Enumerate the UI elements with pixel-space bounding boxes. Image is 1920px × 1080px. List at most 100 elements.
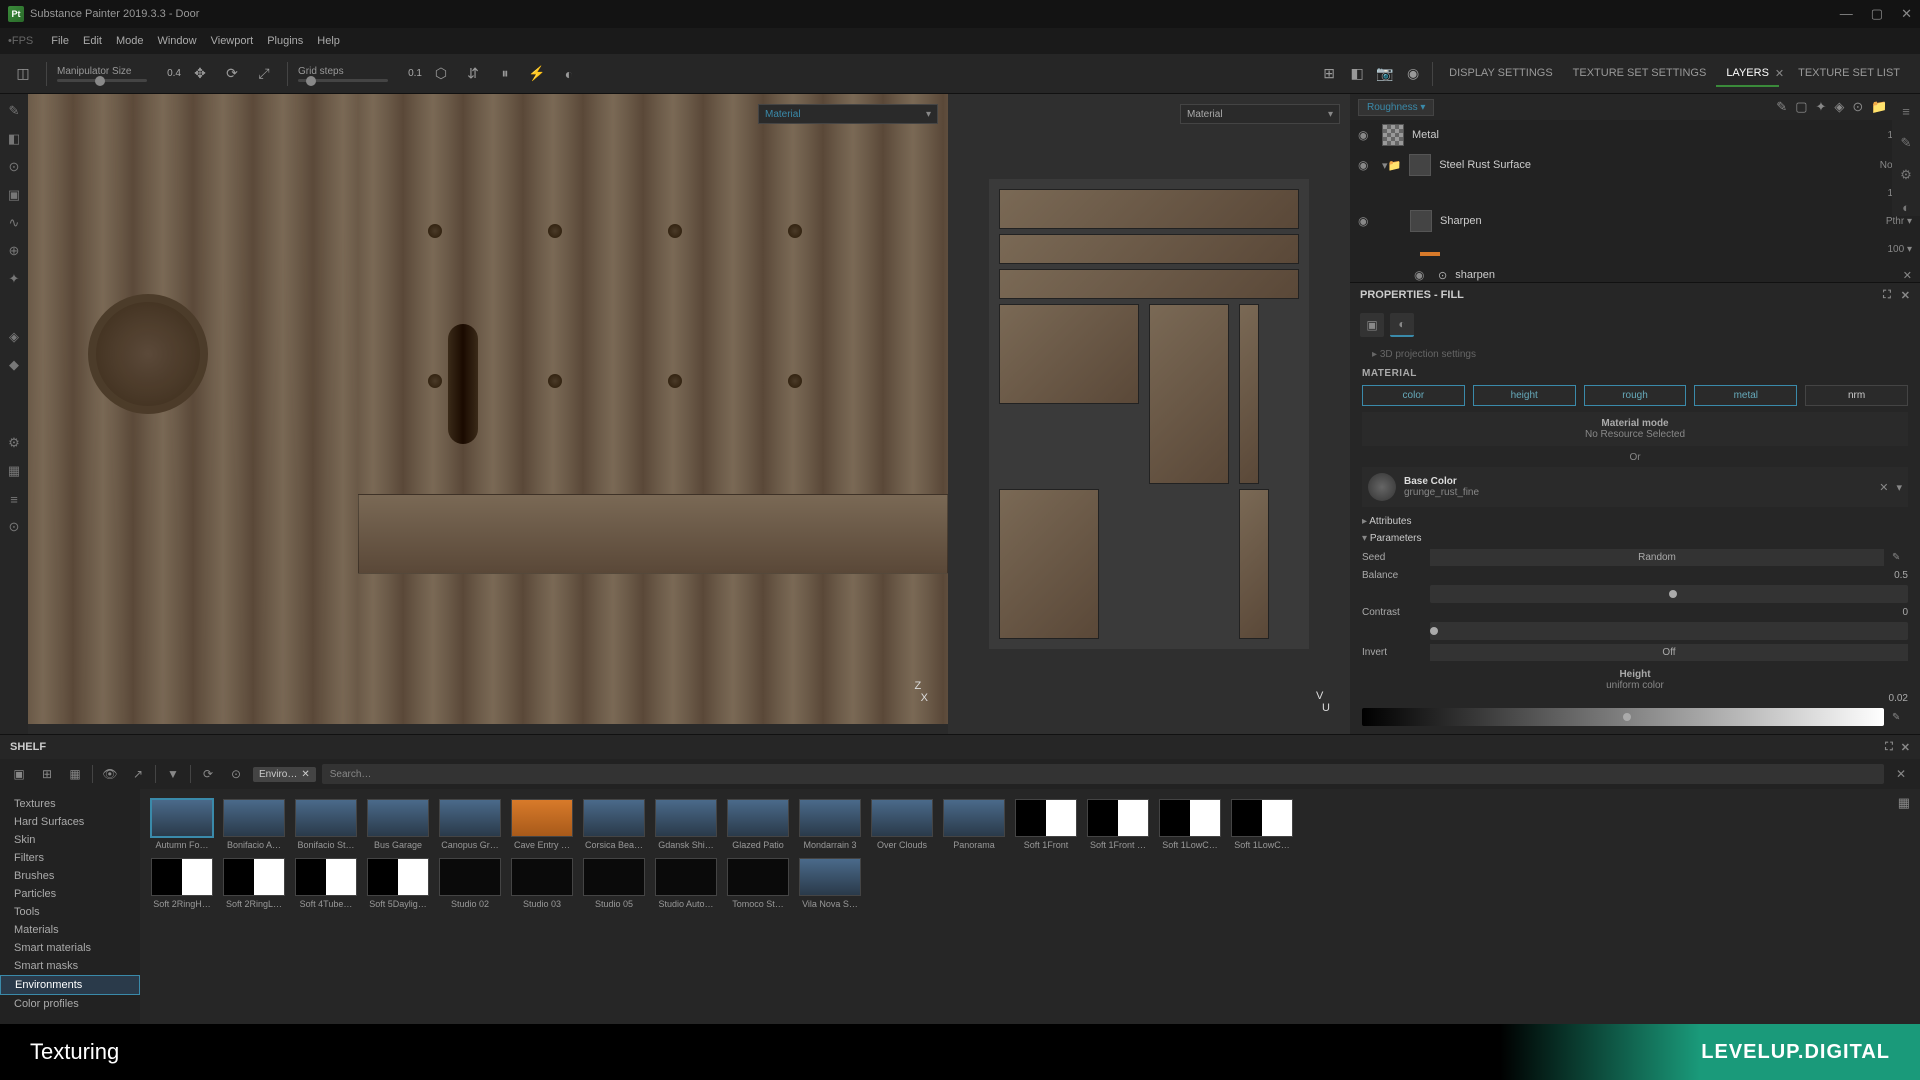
shelf-eye-icon[interactable]: 👁 [99, 763, 121, 785]
viewport[interactable]: Material Z X Material V U [28, 94, 1350, 734]
menu-edit[interactable]: Edit [83, 35, 102, 47]
clone-tool-icon[interactable]: ⊕ [5, 242, 23, 260]
shelf-item[interactable]: Mondarrain 3 [798, 799, 862, 850]
shelf-item[interactable]: Soft 2RingH… [150, 858, 214, 909]
shelf-item[interactable]: Studio 05 [582, 858, 646, 909]
resources-icon[interactable]: ▦ [5, 462, 23, 480]
perspective-icon[interactable]: ⬡ [428, 61, 454, 87]
grid-steps-slider[interactable] [298, 79, 388, 82]
shelf-item[interactable]: Tomoco St… [726, 858, 790, 909]
balance-slider[interactable] [1430, 585, 1908, 603]
shelf-cat-filters[interactable]: Filters [0, 849, 140, 867]
visibility-toggle[interactable]: ◉ [1414, 268, 1430, 282]
shelf-search-clear-icon[interactable]: ✕ [1890, 763, 1912, 785]
poly-fill-icon[interactable]: ◈ [5, 328, 23, 346]
layer-sharpen[interactable]: ◉ Sharpen Pthr [1350, 206, 1920, 236]
tab-layers-close[interactable]: ✕ [1775, 67, 1784, 87]
channel-height[interactable]: height [1473, 385, 1576, 406]
material-picker-icon[interactable]: ✦ [5, 270, 23, 288]
menu-viewport[interactable]: Viewport [211, 35, 254, 47]
tab-display-settings[interactable]: DISPLAY SETTINGS [1439, 61, 1563, 87]
shelf-item[interactable]: Over Clouds [870, 799, 934, 850]
shelf-item[interactable]: Studio 03 [510, 858, 574, 909]
resource-close-icon[interactable]: ✕ [1879, 481, 1888, 494]
height-slider[interactable] [1362, 708, 1884, 726]
tag-close-icon[interactable]: ✕ [301, 769, 309, 780]
attributes-collapse[interactable]: Attributes [1362, 513, 1908, 530]
baking-icon[interactable]: ◐ [556, 61, 582, 87]
shelf-used-icon[interactable]: ⊙ [225, 763, 247, 785]
move-tool-icon[interactable]: ✥ [187, 61, 213, 87]
tab-layers[interactable]: LAYERS [1716, 61, 1779, 87]
shelf-close-icon[interactable]: ✕ [1901, 741, 1910, 754]
layer-thumb[interactable] [1382, 124, 1404, 146]
shelf-item[interactable]: Glazed Patio [726, 799, 790, 850]
effect-close[interactable]: ✕ [1903, 269, 1912, 282]
effect-sharpen[interactable]: ◉ ⊙ sharpen ✕ [1350, 262, 1920, 282]
add-folder-icon[interactable]: 📁 [1871, 99, 1887, 115]
shelf-filter-tag[interactable]: Enviro…✕ [253, 767, 316, 782]
invert-toggle[interactable]: Off [1430, 644, 1908, 661]
channel-selector[interactable]: Roughness [1358, 99, 1434, 116]
shelf-item[interactable]: Soft 4Tube… [294, 858, 358, 909]
menu-help[interactable]: Help [317, 35, 340, 47]
viewer-settings-icon[interactable]: ⊞ [1316, 61, 1342, 87]
minimize-button[interactable]: — [1840, 6, 1853, 22]
brush-tool-icon[interactable]: ✎ [5, 102, 23, 120]
viewport-material-dropdown[interactable]: Material [758, 104, 938, 124]
help-tool-icon[interactable]: ⊙ [5, 518, 23, 536]
shelf-view-grid-icon[interactable]: ▦ [1898, 795, 1910, 811]
shelf-cat-hard-surfaces[interactable]: Hard Surfaces [0, 813, 140, 831]
layer-folder-steel-rust[interactable]: ◉ ▾📁 Steel Rust Surface Norm [1350, 150, 1920, 180]
param-edit-icon[interactable]: ✎ [1892, 712, 1908, 723]
viewport-2d-material-dropdown[interactable]: Material [1180, 104, 1340, 124]
shelf-filter-icon[interactable]: ▼ [162, 763, 184, 785]
tab-texture-set-list[interactable]: TEXTURE SET LIST [1788, 61, 1910, 87]
add-fill-icon[interactable]: ◈ [1834, 99, 1844, 115]
add-effect-icon[interactable]: ✎ [1776, 99, 1787, 115]
manipulator-size-slider[interactable] [57, 79, 147, 82]
shelf-item[interactable]: Studio 02 [438, 858, 502, 909]
menu-mode[interactable]: Mode [116, 35, 144, 47]
shelf-item[interactable]: Soft 1LowC… [1158, 799, 1222, 850]
shelf-item[interactable]: Soft 5Daylig… [366, 858, 430, 909]
smudge-tool-icon[interactable]: ∿ [5, 214, 23, 232]
panel-layers-icon[interactable]: ≡ [1897, 102, 1915, 120]
shelf-item[interactable]: Studio Auto… [654, 858, 718, 909]
shelf-grid-icon[interactable]: ▦ [64, 763, 86, 785]
projection-tool-icon[interactable]: ⊙ [5, 158, 23, 176]
add-mask-icon[interactable]: ▢ [1795, 99, 1807, 115]
add-smart-icon[interactable]: ⊙ [1852, 99, 1863, 115]
shelf-export-icon[interactable]: ↗ [127, 763, 149, 785]
shelf-item[interactable]: Bonifacio St… [294, 799, 358, 850]
shelf-cat-environments[interactable]: Environments [0, 975, 140, 995]
shelf-item[interactable]: Corsica Bea… [582, 799, 646, 850]
layer-thumb[interactable] [1410, 210, 1432, 232]
shelf-import-icon[interactable]: ⊞ [36, 763, 58, 785]
render-icon[interactable]: ◉ [1400, 61, 1426, 87]
material-mode[interactable]: Material mode No Resource Selected [1362, 412, 1908, 446]
scale-tool-icon[interactable]: ⤢ [251, 61, 277, 87]
viewport-2d[interactable]: Material V U [948, 94, 1350, 734]
symmetry-icon[interactable]: ⇵ [460, 61, 486, 87]
pause-icon[interactable]: ⏸ [492, 61, 518, 87]
gear-tool-icon[interactable]: ⚙ [5, 434, 23, 452]
shelf-item[interactable]: Bonifacio A… [222, 799, 286, 850]
contrast-slider[interactable] [1430, 622, 1908, 640]
shelf-item[interactable]: Cave Entry … [510, 799, 574, 850]
shelf-refresh-icon[interactable]: ⟳ [197, 763, 219, 785]
menu-file[interactable]: File [51, 35, 69, 47]
shelf-item[interactable]: Soft 1LowC… [1230, 799, 1294, 850]
layer-metal[interactable]: ◉ Metal 100 [1350, 120, 1920, 150]
smart-fill-icon[interactable]: ◆ [5, 356, 23, 374]
close-button[interactable]: ✕ [1901, 6, 1912, 22]
shelf-cat-smart-materials[interactable]: Smart materials [0, 939, 140, 957]
shelf-cat-color-profiles[interactable]: Color profiles [0, 995, 140, 1013]
shelf-cat-skin[interactable]: Skin [0, 831, 140, 849]
visibility-toggle[interactable]: ◉ [1358, 158, 1374, 172]
camera-icon[interactable]: 📷 [1372, 61, 1398, 87]
layer-thumb[interactable] [1409, 154, 1431, 176]
resource-row[interactable]: Base Color grunge_rust_fine ✕ ▾ [1362, 467, 1908, 507]
properties-close-icon[interactable]: ✕ [1901, 289, 1910, 302]
menu-window[interactable]: Window [157, 35, 196, 47]
